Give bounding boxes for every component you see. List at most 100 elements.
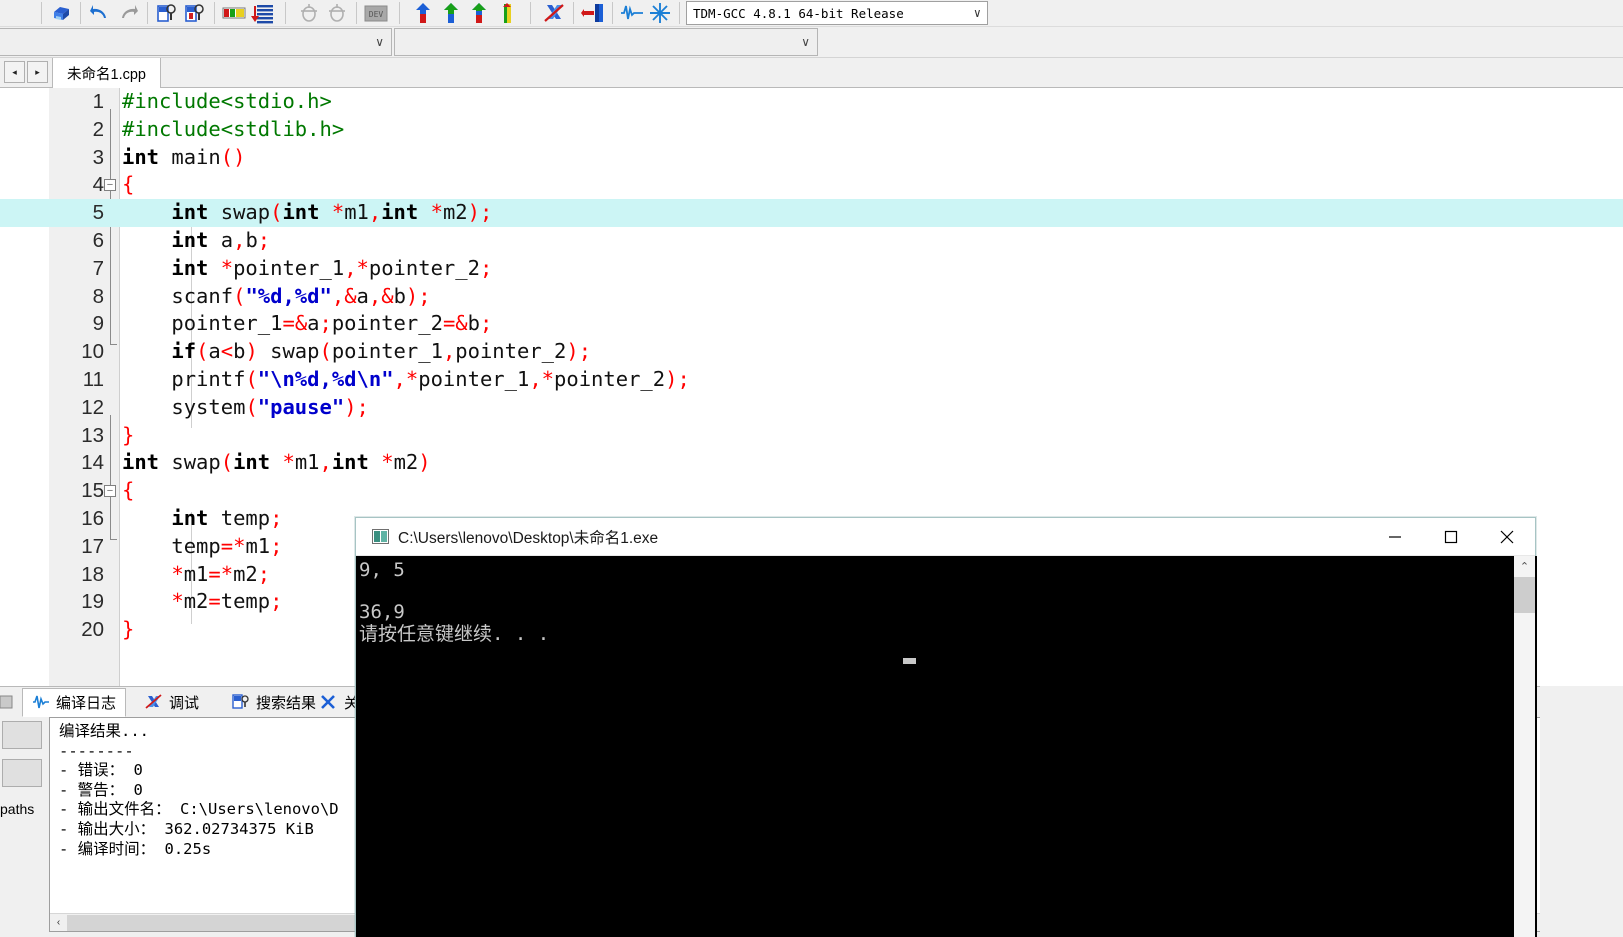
compiler-set-dropdown[interactable]: TDM-GCC 4.8.1 64-bit Release ∨ (686, 1, 988, 25)
function-dropdown[interactable]: ∨ (394, 28, 818, 56)
code-text: #include<stdlib.h> (122, 116, 345, 141)
profile-analysis-icon[interactable] (619, 1, 645, 25)
code-line[interactable]: 1 #include<stdio.h> (0, 88, 1623, 116)
line-number: 14 (81, 451, 104, 475)
tab-scroll-left-button[interactable]: ◂ (4, 61, 25, 83)
line-number: 20 (81, 618, 104, 642)
line-number: 1 (92, 90, 104, 113)
syntax-check-icon[interactable] (647, 1, 673, 25)
compile-icon[interactable] (410, 1, 436, 25)
code-line[interactable]: 11 printf("\n%d,%d\n",*pointer_1,*pointe… (0, 366, 1623, 394)
vscroll-thumb[interactable] (1514, 577, 1535, 613)
sidebar-box-bottom[interactable] (2, 759, 42, 787)
toolbar-separator (356, 2, 357, 24)
replace-icon[interactable] (182, 1, 208, 25)
code-line[interactable]: 5 int swap(int *m1,int *m2); (0, 199, 1623, 227)
maximize-button[interactable] (1423, 518, 1479, 556)
scroll-left-icon[interactable]: ‹ (50, 914, 67, 931)
class-dropdown[interactable]: obals) ∨ (0, 28, 392, 56)
console-output-area[interactable]: 9, 5 36,9 请按任意键继续. . . (356, 556, 1537, 937)
sidebar-paths-label: paths (0, 801, 35, 817)
code-text: pointer_1=&a;pointer_2=&b; (171, 311, 493, 336)
code-text: temp=*m1; (171, 533, 283, 558)
compiler-set-value: TDM-GCC 4.8.1 64-bit Release (693, 5, 904, 21)
window-controls (1367, 518, 1535, 556)
code-text: #include<stdio.h> (122, 89, 332, 113)
code-text: if(a<b) swap(pointer_1,pointer_2); (171, 339, 592, 364)
goto-line-icon[interactable] (221, 1, 247, 25)
tab-untitled1-cpp[interactable]: 未命名1.cpp (52, 58, 161, 88)
console-cursor (903, 658, 916, 664)
console-app-icon (372, 529, 389, 544)
rebuild-icon[interactable] (494, 1, 520, 25)
code-line[interactable]: 15−{ (0, 477, 1623, 505)
code-line[interactable]: 13} (0, 422, 1623, 450)
toolbar-separator (41, 2, 42, 24)
code-text: } (122, 422, 135, 447)
line-number: 15 (81, 479, 104, 503)
code-line[interactable]: 12 system("pause"); (0, 394, 1623, 422)
line-number: 13 (81, 423, 104, 447)
run-icon[interactable] (438, 1, 464, 25)
debug-icon[interactable] (580, 1, 606, 25)
find-icon[interactable] (154, 1, 180, 25)
main-toolbar: DEV TDM-GCC 4.8.1 64-bit Release ∨ (0, 0, 1623, 27)
code-line[interactable]: 8 scanf("%d,%d",&a,&b); (0, 283, 1623, 311)
code-text: scanf("%d,%d",&a,&b); (171, 283, 431, 308)
line-number: 5 (92, 201, 104, 225)
bottom-panel-sidebar: paths (0, 717, 49, 937)
console-window[interactable]: C:\Users\lenovo\Desktop\未命名1.exe 9, 5 36… (355, 517, 1537, 937)
close-x-icon (320, 694, 338, 712)
console-title-text: C:\Users\lenovo\Desktop\未命名1.exe (398, 529, 659, 547)
undo-icon[interactable] (87, 1, 113, 25)
code-text: int swap(int *m1,int *m2) (122, 450, 431, 475)
close-button[interactable] (1479, 518, 1535, 556)
code-line[interactable]: 2 #include<stdlib.h> (0, 116, 1623, 144)
minimize-button[interactable] (1367, 518, 1423, 556)
bottom-tab-compile-log[interactable]: 编译日志 (22, 688, 127, 717)
line-number: 4 (92, 173, 104, 197)
compile-run-icon[interactable] (466, 1, 492, 25)
code-text: printf("\n%d,%d\n",*pointer_1,*pointer_2… (171, 366, 690, 391)
console-vscrollbar[interactable]: ⌃ (1514, 556, 1535, 937)
dev-icon: DEV (363, 1, 389, 25)
toolbar-separator (399, 2, 400, 24)
toolbar-separator (80, 2, 81, 24)
save-all-icon[interactable] (48, 1, 74, 25)
code-text: *m1=*m2; (171, 561, 271, 586)
line-number: 3 (92, 145, 104, 169)
compile-log-icon (32, 694, 50, 712)
code-line[interactable]: 10 if(a<b) swap(pointer_1,pointer_2); (0, 338, 1623, 366)
line-number: 9 (92, 312, 104, 336)
tab-nav-group: ◂ ▸ (4, 61, 48, 83)
indent-icon[interactable] (249, 1, 275, 25)
code-line[interactable]: 14 int swap(int *m1,int *m2) (0, 449, 1623, 477)
code-line[interactable]: 4−{ (0, 171, 1623, 199)
redo-icon[interactable] (115, 1, 141, 25)
line-number: 19 (81, 590, 104, 614)
sidebar-box-top[interactable] (2, 721, 42, 749)
bottom-tab-debug[interactable]: 调试 (135, 688, 209, 717)
fold-toggle-icon[interactable]: − (104, 485, 116, 498)
code-text: } (122, 617, 135, 642)
class-browser-row: obals) ∨ ∨ (0, 27, 1623, 58)
console-titlebar[interactable]: C:\Users\lenovo\Desktop\未命名1.exe (356, 518, 1535, 556)
scroll-up-icon[interactable]: ⌃ (1514, 556, 1535, 577)
code-line[interactable]: 9 pointer_1=&a;pointer_2=&b; (0, 310, 1623, 338)
editor-tabbar: ◂ ▸ 未命名1.cpp (0, 58, 1623, 88)
code-text: { (122, 478, 135, 503)
bottom-tab-label: 编译日志 (56, 695, 117, 712)
toolbar-separator (530, 2, 531, 24)
code-line[interactable]: 3 int main() (0, 144, 1623, 172)
code-line[interactable]: 6 int a,b; (0, 227, 1623, 255)
code-line[interactable]: 7 int *pointer_1,*pointer_2; (0, 255, 1623, 283)
stop-execution-icon[interactable] (541, 1, 567, 25)
toggle-bookmark-icon[interactable] (296, 1, 322, 25)
fold-toggle-icon[interactable]: − (104, 179, 116, 192)
tab-label: 未命名1.cpp (67, 66, 146, 83)
search-results-icon (232, 693, 250, 712)
tab-scroll-right-button[interactable]: ▸ (27, 61, 48, 83)
chevron-down-icon: ∨ (375, 35, 384, 49)
goto-bookmark-icon[interactable] (324, 1, 350, 25)
compile-log-text: 编译结果... -------- - 错误： 0 - 警告： 0 - 输出文件名… (59, 722, 339, 858)
